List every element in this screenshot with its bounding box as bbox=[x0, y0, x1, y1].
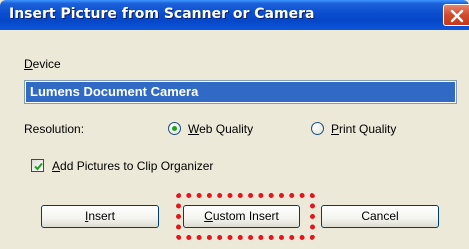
print-quality-radio[interactable] bbox=[311, 122, 324, 135]
close-button[interactable] bbox=[443, 4, 469, 26]
dialog-body: Device Lumens Document Camera Resolution… bbox=[0, 30, 469, 249]
device-label: Device bbox=[24, 57, 61, 71]
cancel-button[interactable]: Cancel bbox=[321, 205, 439, 228]
insert-picture-dialog: Insert Picture from Scanner or Camera De… bbox=[0, 0, 469, 249]
web-quality-radio[interactable] bbox=[168, 122, 181, 135]
close-x-icon bbox=[450, 9, 464, 23]
resolution-label: Resolution: bbox=[24, 122, 85, 136]
web-quality-label[interactable]: Web Quality bbox=[188, 122, 253, 136]
add-to-clip-organizer-label[interactable]: Add Pictures to Clip Organizer bbox=[52, 159, 213, 173]
title-bar[interactable]: Insert Picture from Scanner or Camera bbox=[0, 0, 469, 30]
checkmark-icon bbox=[34, 162, 43, 171]
add-to-clip-organizer-checkbox[interactable] bbox=[31, 159, 44, 172]
custom-insert-button[interactable]: Custom Insert bbox=[183, 205, 300, 228]
dialog-title: Insert Picture from Scanner or Camera bbox=[9, 6, 315, 22]
radio-selected-dot-icon bbox=[172, 126, 177, 131]
print-quality-label[interactable]: Print Quality bbox=[331, 122, 396, 136]
device-list-item-selected[interactable]: Lumens Document Camera bbox=[26, 82, 455, 102]
device-listbox[interactable]: Lumens Document Camera bbox=[24, 80, 457, 104]
insert-button[interactable]: Insert bbox=[41, 205, 159, 228]
